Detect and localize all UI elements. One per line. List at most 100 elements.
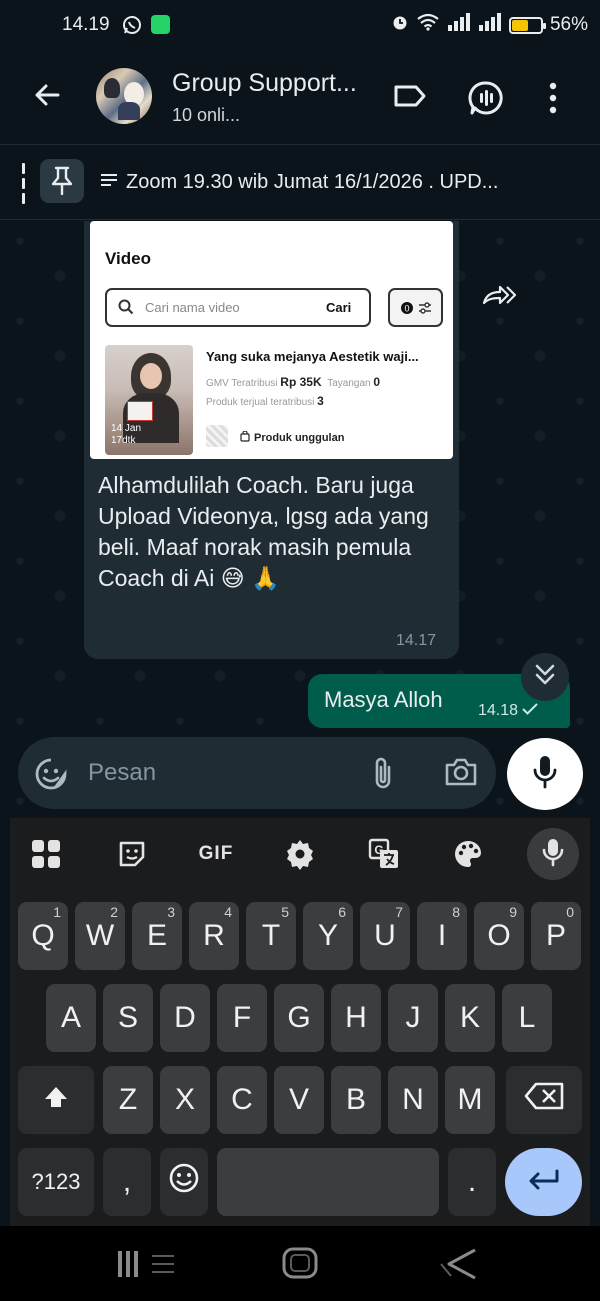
key-s[interactable]: S: [103, 984, 153, 1052]
group-avatar[interactable]: [96, 68, 152, 124]
status-icons: 56%: [391, 13, 588, 37]
key-label: I: [437, 919, 447, 952]
on-screen-keyboard: GIF G ?123 , . Q1W2E3R4T5Y6U7I8O9P0ASDFG…: [10, 818, 590, 1226]
attach-paperclip-icon[interactable]: [370, 755, 396, 796]
key-f[interactable]: F: [217, 984, 267, 1052]
key-x[interactable]: X: [160, 1066, 210, 1134]
key-label: W: [85, 919, 115, 952]
key-label: P: [545, 919, 566, 952]
key-space[interactable]: [217, 1148, 439, 1216]
pinned-message-bar[interactable]: Zoom 19.30 wib Jumat 16/1/2026 . UPD...: [0, 144, 600, 220]
sold-value: 3: [317, 394, 324, 408]
pinned-message-text: Zoom 19.30 wib Jumat 16/1/2026 . UPD...: [126, 171, 499, 193]
group-title[interactable]: Group Support...: [172, 69, 357, 98]
sent-check-icon: [522, 702, 538, 720]
key-number-hint: 0: [566, 904, 574, 920]
key-label: O: [487, 919, 511, 952]
key-b[interactable]: B: [331, 1066, 381, 1134]
battery-percent: 56%: [549, 14, 588, 35]
key-emoji[interactable]: [160, 1148, 208, 1216]
chat-header: Group Support... 10 onli...: [0, 52, 600, 144]
key-p[interactable]: P0: [531, 902, 581, 970]
key-number-hint: 9: [509, 904, 517, 920]
message-input-bar[interactable]: Pesan: [18, 737, 496, 809]
recent-apps-icon[interactable]: [116, 1248, 176, 1285]
document-lines-icon: [100, 171, 118, 194]
key-number-hint: 4: [224, 904, 232, 920]
key-enter[interactable]: [505, 1148, 582, 1216]
incoming-message-text: Alhamdulilah Coach. Baru juga Upload Vid…: [98, 472, 429, 591]
key-backspace[interactable]: [506, 1066, 582, 1134]
key-u[interactable]: U7: [360, 902, 410, 970]
whatsapp-notification-icon: [122, 15, 142, 40]
key-q[interactable]: Q1: [18, 902, 68, 970]
key-k[interactable]: K: [445, 984, 495, 1052]
key-l[interactable]: L: [502, 984, 552, 1052]
double-chevron-down-icon: [534, 663, 556, 692]
screenshot-video-heading: Video: [105, 249, 151, 268]
key-label: U: [374, 919, 396, 952]
key-g[interactable]: G: [274, 984, 324, 1052]
key-a[interactable]: A: [46, 984, 96, 1052]
home-button-icon[interactable]: [282, 1247, 318, 1284]
key-c[interactable]: C: [217, 1066, 267, 1134]
key-y[interactable]: Y6: [303, 902, 353, 970]
key-d[interactable]: D: [160, 984, 210, 1052]
emoji-smiley-icon: [168, 1162, 200, 1202]
status-time: 14.19: [62, 14, 110, 35]
shared-screenshot-image[interactable]: Video Cari nama video Cari 0 14 Jan 17dtk…: [90, 221, 453, 459]
label-tag-icon[interactable]: [393, 83, 427, 114]
key-m[interactable]: M: [445, 1066, 495, 1134]
battery-icon: [508, 16, 546, 34]
voice-record-button[interactable]: [507, 738, 583, 810]
thumbnail-duration: 17dtk: [111, 435, 136, 446]
voice-chat-icon[interactable]: [468, 80, 504, 121]
key-e[interactable]: E3: [132, 902, 182, 970]
outgoing-message-text: Masya Alloh: [324, 687, 443, 712]
message-input-placeholder[interactable]: Pesan: [88, 759, 156, 787]
camera-icon[interactable]: [444, 757, 478, 792]
forward-icon[interactable]: [476, 273, 520, 317]
key-label: Q: [31, 919, 55, 952]
featured-product-label: Produk unggulan: [254, 432, 345, 444]
key-w[interactable]: W2: [75, 902, 125, 970]
more-options-icon[interactable]: [548, 82, 558, 119]
key-label: Y: [317, 919, 338, 952]
pin-icon: [40, 159, 84, 203]
screenshot-search-placeholder: Cari nama video: [145, 300, 240, 315]
scroll-to-bottom-button[interactable]: [521, 653, 569, 701]
key-o[interactable]: O9: [474, 902, 524, 970]
whatsapp-chat-screen: 14.19 56% Group Support... 10 onli... Zo…: [0, 0, 600, 1301]
screenshot-search-box: Cari nama video Cari: [105, 288, 371, 327]
search-icon: [118, 299, 134, 320]
key-label: E: [146, 919, 167, 952]
key-shift[interactable]: [18, 1066, 94, 1134]
backspace-icon: [524, 1082, 564, 1118]
screenshot-gmv-row: GMV Teratribusi Rp 35K Tayangan 0: [206, 375, 380, 389]
key-r[interactable]: R4: [189, 902, 239, 970]
key-label: T: [261, 919, 281, 952]
key-h[interactable]: H: [331, 984, 381, 1052]
key-i[interactable]: I8: [417, 902, 467, 970]
views-value: 0: [373, 375, 381, 389]
key-number-hint: 8: [452, 904, 460, 920]
sticker-emoji-icon[interactable]: [34, 757, 68, 796]
key-t[interactable]: T5: [246, 902, 296, 970]
group-online-count[interactable]: 10 onli...: [172, 105, 240, 126]
key-v[interactable]: V: [274, 1066, 324, 1134]
key-number-hint: 3: [167, 904, 175, 920]
shopping-bag-icon: [240, 430, 250, 445]
key-period[interactable]: .: [448, 1148, 496, 1216]
key-n[interactable]: N: [388, 1066, 438, 1134]
key-symbols[interactable]: ?123: [18, 1148, 94, 1216]
key-z[interactable]: Z: [103, 1066, 153, 1134]
key-comma[interactable]: ,: [103, 1148, 151, 1216]
filter-icon: 0: [388, 288, 443, 327]
signal-icon-sim1: [447, 13, 471, 37]
screenshot-video-title: Yang suka mejanya Aestetik waji...: [206, 349, 419, 364]
key-number-hint: 7: [395, 904, 403, 920]
back-nav-icon[interactable]: [437, 1248, 481, 1285]
system-navigation-bar: [0, 1226, 600, 1301]
back-arrow-icon[interactable]: [30, 78, 64, 117]
key-j[interactable]: J: [388, 984, 438, 1052]
